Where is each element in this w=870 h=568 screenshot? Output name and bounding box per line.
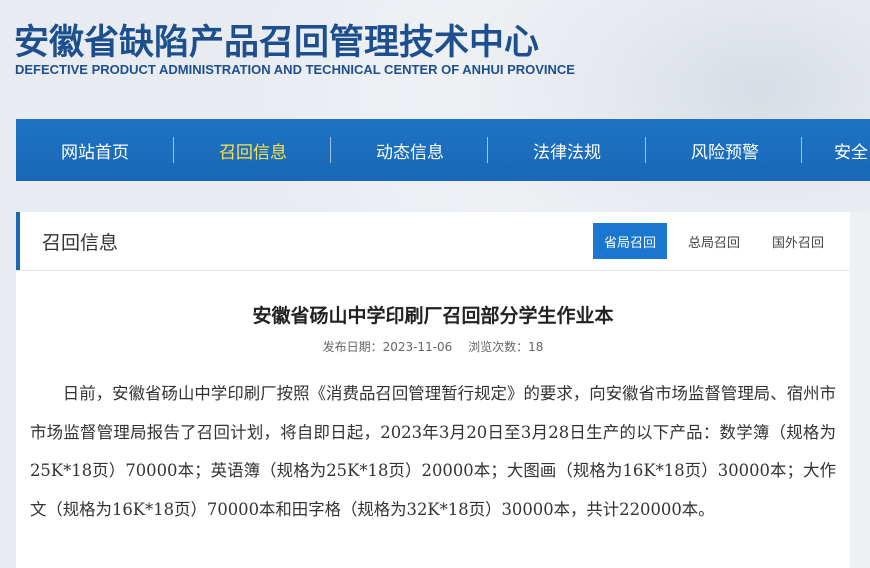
- main-nav: 网站首页 召回信息 动态信息 法律法规 风险预警 安全: [16, 119, 870, 181]
- right-gutter: [850, 212, 870, 568]
- panel-header: 召回信息 省局召回 总局召回 国外召回: [16, 212, 850, 271]
- view-count: 浏览次数：18: [468, 340, 544, 354]
- panel-title: 召回信息: [42, 232, 119, 254]
- tab-national-recall[interactable]: 总局召回: [677, 223, 751, 259]
- article-title: 安徽省砀山中学印刷厂召回部分学生作业本: [252, 305, 614, 327]
- article-meta: 发布日期：2023-11-06 浏览次数：18: [16, 338, 850, 355]
- nav-item-recall[interactable]: 召回信息: [174, 119, 332, 181]
- tab-foreign-recall[interactable]: 国外召回: [761, 223, 835, 259]
- site-title[interactable]: 安徽省缺陷产品召回管理技术中心: [14, 14, 539, 65]
- content-panel: 召回信息 省局召回 总局召回 国外召回 安徽省砀山中学印刷厂召回部分学生作业本 …: [16, 212, 850, 568]
- tab-provincial-recall[interactable]: 省局召回: [593, 223, 667, 259]
- nav-item-laws[interactable]: 法律法规: [488, 119, 646, 181]
- site-subtitle: DEFECTIVE PRODUCT ADMINISTRATION AND TEC…: [15, 62, 575, 77]
- publish-date: 发布日期：2023-11-06: [322, 340, 453, 354]
- nav-item-news[interactable]: 动态信息: [331, 119, 489, 181]
- nav-item-safety[interactable]: 安全: [802, 119, 870, 181]
- article-body: 日前，安徽省砀山中学印刷厂按照《消费品召回管理暂行规定》的要求，向安徽省市场监督…: [30, 384, 836, 519]
- site-header: 安徽省缺陷产品召回管理技术中心 DEFECTIVE PRODUCT ADMINI…: [0, 0, 870, 115]
- nav-item-risk-alert[interactable]: 风险预警: [646, 119, 804, 181]
- nav-item-home[interactable]: 网站首页: [16, 119, 174, 181]
- panel-accent-bar: [16, 212, 20, 270]
